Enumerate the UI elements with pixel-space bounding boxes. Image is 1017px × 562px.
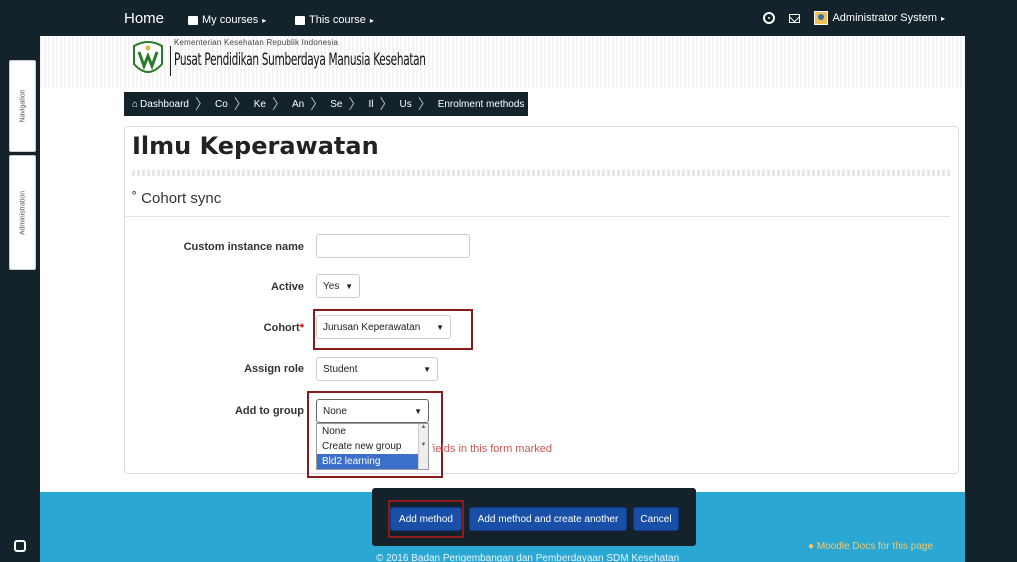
home-link[interactable]: Home	[124, 10, 164, 27]
assign-role-value: Student	[323, 363, 358, 375]
navigation-drawer-tab[interactable]: Navigation	[9, 60, 36, 152]
page-title: Ilmu Keperawatan	[132, 132, 379, 160]
top-navbar: Home My courses ▸ This course ▸ Administ…	[40, 0, 965, 36]
add-to-group-label: Add to group	[234, 405, 304, 417]
breadcrumb-separator-icon: 〉	[348, 96, 363, 112]
this-course-menu[interactable]: This course ▸	[295, 14, 374, 26]
add-to-group-highlight-box	[307, 391, 443, 478]
docs-link-label: Moodle Docs for this page	[816, 541, 933, 552]
breadcrumb-label: Dashboard	[140, 98, 189, 110]
collapse-icon: ˚	[132, 190, 137, 207]
assign-role-select[interactable]: Student ▼	[316, 357, 438, 381]
breadcrumb-separator-icon: 〉	[310, 96, 325, 112]
breadcrumb: ⌂ Dashboard 〉 Co 〉 Ke 〉 An 〉 Se 〉 Il 〉 Us…	[124, 92, 528, 116]
chevron-down-icon: ▼	[423, 364, 431, 374]
section-divider	[124, 216, 950, 217]
breadcrumb-item-current: Enrolment methods	[437, 98, 525, 110]
breadcrumb-separator-icon: 〉	[194, 96, 209, 112]
breadcrumb-item[interactable]: An	[288, 99, 308, 110]
caret-right-icon: ▸	[940, 13, 945, 23]
breadcrumb-item-dashboard[interactable]: ⌂ Dashboard	[128, 99, 193, 110]
user-area: Administrator System ▸	[763, 11, 945, 25]
this-course-label: This course	[309, 14, 366, 26]
messages-icon[interactable]	[789, 13, 801, 23]
right-frame	[965, 0, 1017, 562]
cohort-highlight-box	[313, 309, 473, 350]
breadcrumb-item[interactable]: Us	[395, 99, 415, 110]
site-banner: Kementerian Kesehatan Republik Indonesia…	[40, 36, 965, 88]
custom-instance-name-input[interactable]	[316, 234, 470, 258]
cancel-button[interactable]: Cancel	[633, 507, 679, 531]
content-card	[124, 126, 959, 474]
breadcrumb-separator-icon: 〉	[272, 96, 286, 112]
assign-role-label: Assign role	[244, 363, 304, 375]
breadcrumb-separator-icon: 〉	[417, 96, 432, 112]
banner-subtitle: Kementerian Kesehatan Republik Indonesia	[174, 38, 339, 47]
footer-copyright: © 2016 Badan Pengembangan dan Pemberdaya…	[376, 553, 680, 562]
chevron-down-icon: ▼	[345, 281, 353, 291]
breadcrumb-item[interactable]: Il	[364, 99, 377, 110]
user-menu[interactable]: Administrator System ▸	[814, 11, 945, 25]
section-title: Cohort sync	[141, 190, 222, 207]
cohort-label: Cohort*	[104, 322, 304, 334]
user-name: Administrator System	[832, 12, 937, 24]
banner-divider	[170, 46, 171, 76]
add-method-highlight-box	[388, 500, 464, 538]
add-method-and-create-another-button[interactable]: Add method and create another	[469, 507, 627, 531]
breadcrumb-item[interactable]: Se	[326, 99, 346, 110]
section-cohort-sync[interactable]: ˚ Cohort sync	[132, 190, 221, 207]
caret-right-icon: ▸	[262, 15, 267, 25]
title-divider	[132, 170, 950, 176]
breadcrumb-item[interactable]: Ke	[250, 99, 270, 110]
cohort-label-text: Cohort	[263, 322, 300, 334]
banner-title: Pusat Pendidikan Sumberdaya Manusia Kese…	[174, 50, 426, 70]
active-select[interactable]: Yes ▼	[316, 274, 360, 298]
notifications-icon[interactable]	[763, 12, 776, 24]
moodle-docs-link[interactable]: ● Moodle Docs for this page	[808, 541, 933, 552]
home-icon: ⌂	[132, 98, 139, 110]
administration-tab-label: Administration	[19, 190, 26, 235]
custom-instance-name-label: Custom instance name	[183, 241, 304, 253]
active-label: Active	[270, 281, 304, 293]
help-icon: ●	[808, 541, 815, 552]
breadcrumb-item[interactable]: Co	[211, 99, 232, 110]
navigation-tab-label: Navigation	[19, 89, 26, 123]
my-courses-menu[interactable]: My courses ▸	[188, 14, 266, 26]
breadcrumb-separator-icon: 〉	[233, 96, 248, 112]
courses-icon	[188, 15, 198, 25]
breadcrumb-separator-icon: 〉	[379, 96, 394, 112]
active-value: Yes	[323, 280, 340, 292]
avatar	[814, 11, 829, 25]
settings-icon[interactable]	[14, 540, 26, 552]
caret-right-icon: ▸	[369, 15, 374, 25]
required-icon: *	[299, 322, 304, 334]
ministry-logo[interactable]	[130, 40, 166, 80]
administration-drawer-tab[interactable]: Administration	[9, 155, 36, 270]
required-fields-note: There are required fields in this form m…	[432, 443, 552, 455]
course-icon	[295, 15, 305, 25]
my-courses-label: My courses	[202, 14, 259, 26]
